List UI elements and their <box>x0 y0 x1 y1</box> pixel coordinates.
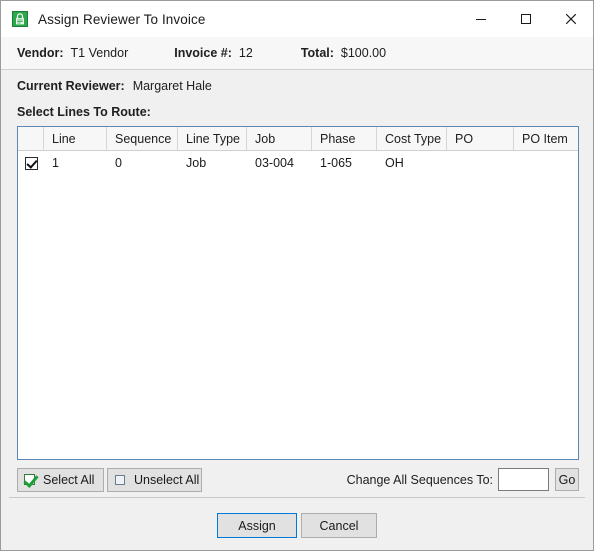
grid-header-row: Line Sequence Line Type Job Phase Cost T… <box>18 127 578 151</box>
current-reviewer-value: Margaret Hale <box>132 79 212 93</box>
action-bar <box>1 498 593 550</box>
unselect-all-button[interactable]: Unselect All <box>107 468 202 492</box>
vendor-field: Vendor: T1 Vendor <box>17 46 128 60</box>
grid-header-po[interactable]: PO <box>447 127 514 150</box>
invoice-number-value: 12 <box>238 46 253 60</box>
invoice-number-label: Invoice #: <box>174 46 232 60</box>
maximize-icon[interactable] <box>503 1 548 37</box>
table-row[interactable]: 1 0 Job 03-004 1-065 OH <box>18 151 578 175</box>
title-bar: Assign Reviewer To Invoice <box>1 1 593 37</box>
select-all-button[interactable]: Select All <box>17 468 104 492</box>
cell-sequence: 0 <box>115 156 122 170</box>
minimize-icon[interactable] <box>458 1 503 37</box>
invoice-header-info: Vendor: T1 Vendor Invoice #: 12 Total: $… <box>1 37 593 69</box>
cell-line-type: Job <box>186 156 207 170</box>
grid-header-po-item[interactable]: PO Item <box>514 127 578 150</box>
total-field: Total: $100.00 <box>301 46 386 60</box>
dialog-window: Assign Reviewer To Invoice Vendor: T1 Ve… <box>0 0 594 551</box>
cell-line: 1 <box>52 156 59 170</box>
row-select-cell[interactable] <box>18 151 44 175</box>
cell-po <box>447 151 514 175</box>
window-controls <box>458 1 593 37</box>
cell-cost-type: OH <box>385 156 404 170</box>
grid-header-sequence[interactable]: Sequence <box>107 127 178 150</box>
invoice-number-field: Invoice #: 12 <box>174 46 253 60</box>
current-reviewer-label: Current Reviewer: <box>17 79 125 93</box>
app-lock-icon <box>11 10 29 28</box>
row-checkbox[interactable] <box>24 156 38 170</box>
select-lines-label: Select Lines To Route: <box>17 105 151 119</box>
go-button[interactable]: Go <box>555 468 579 491</box>
grid-header-line[interactable]: Line <box>44 127 107 150</box>
unselect-all-label: Unselect All <box>134 473 200 487</box>
check-mark-icon <box>24 473 38 487</box>
cancel-button[interactable]: Cancel <box>301 513 377 538</box>
vendor-value: T1 Vendor <box>70 46 129 60</box>
grid-header-job[interactable]: Job <box>247 127 312 150</box>
lines-grid[interactable]: Line Sequence Line Type Job Phase Cost T… <box>17 126 579 460</box>
grid-header-line-type[interactable]: Line Type <box>178 127 247 150</box>
grid-header-cost-type[interactable]: Cost Type <box>377 127 447 150</box>
header-divider <box>1 69 593 70</box>
assign-button[interactable]: Assign <box>217 513 297 538</box>
total-label: Total: <box>300 46 334 60</box>
sequence-input[interactable] <box>498 468 549 491</box>
total-value: $100.00 <box>340 46 387 60</box>
window-title: Assign Reviewer To Invoice <box>38 11 206 27</box>
grid-header-phase[interactable]: Phase <box>312 127 377 150</box>
cell-job: 03-004 <box>255 156 294 170</box>
cell-phase: 1-065 <box>320 156 352 170</box>
empty-checkbox-icon <box>114 473 128 487</box>
vendor-label: Vendor: <box>17 46 64 60</box>
select-all-label: Select All <box>43 473 95 487</box>
change-sequences-label: Change All Sequences To: <box>346 473 493 487</box>
current-reviewer-row: Current Reviewer: Margaret Hale <box>17 79 212 93</box>
cell-po-item <box>514 151 578 175</box>
close-icon[interactable] <box>548 1 593 37</box>
grid-header-checkbox[interactable] <box>18 127 44 150</box>
